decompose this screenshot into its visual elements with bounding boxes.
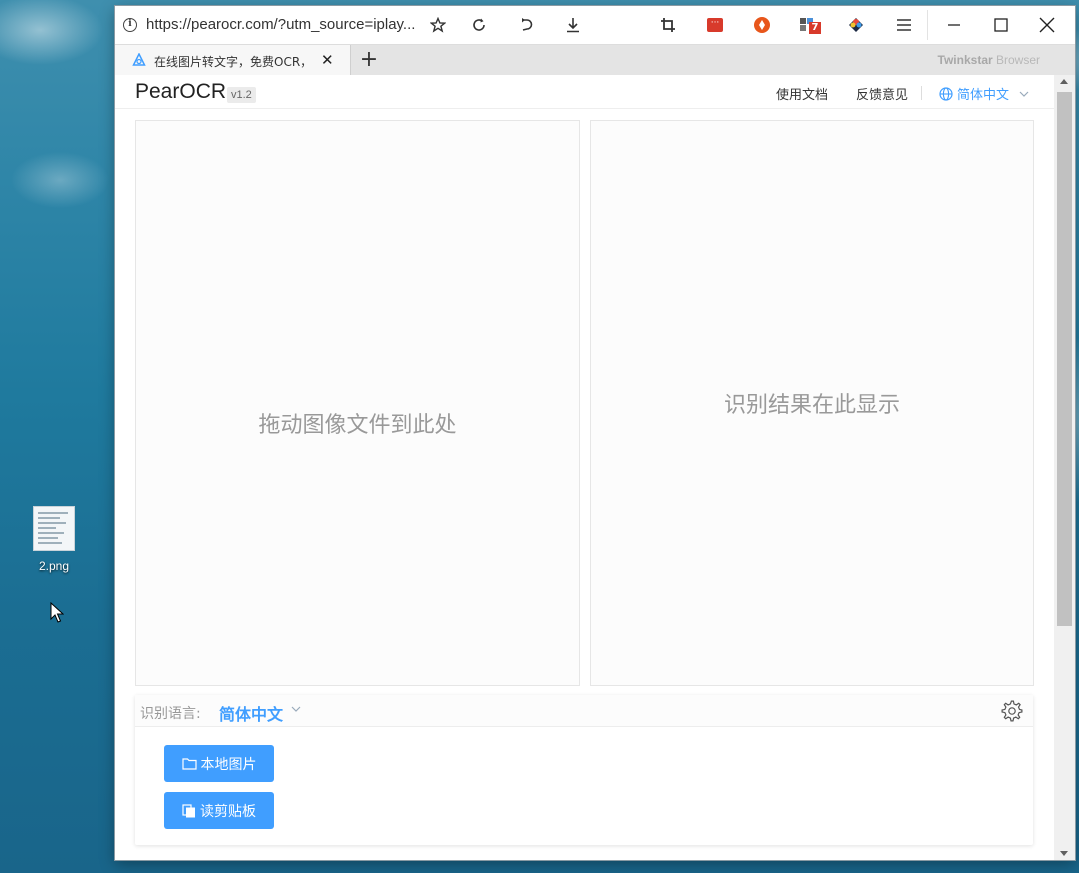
scroll-up-arrow-icon[interactable] [1060, 79, 1068, 84]
minimize-button[interactable] [930, 6, 978, 44]
url-field[interactable]: https://pearocr.com/?utm_source=iplay... [146, 16, 415, 33]
recognition-language-label: 识别语言: [140, 706, 201, 722]
app-logo[interactable]: PearOCR [135, 80, 226, 104]
close-window-button[interactable] [1023, 6, 1071, 44]
nav-divider [921, 86, 922, 100]
browser-brand: Twinkstar Browser [937, 53, 1040, 67]
drop-zone-text: 拖动图像文件到此处 [258, 413, 457, 438]
chevron-down-icon[interactable] [291, 704, 301, 714]
ext-apps-icon[interactable]: 7 [800, 15, 821, 35]
scroll-thumb[interactable] [1057, 92, 1072, 626]
ext-badge: 7 [809, 22, 821, 34]
globe-icon [939, 86, 953, 101]
chevron-down-icon [1019, 91, 1029, 97]
gear-icon[interactable] [1001, 700, 1023, 722]
star-icon[interactable] [428, 15, 448, 35]
nav-docs[interactable]: 使用文档 [776, 84, 828, 103]
ext-red-icon[interactable]: ··· [705, 15, 725, 35]
tab-pearocr[interactable]: 在线图片转文字，免费OCR， ✕ [115, 45, 351, 76]
language-bar: 识别语言: 简体中文 [135, 695, 1033, 727]
language-label: 简体中文 [957, 88, 1010, 103]
info-icon[interactable]: i [123, 18, 137, 32]
address-bar: i https://pearocr.com/?utm_source=iplay.… [115, 6, 1075, 44]
ext-globe-icon[interactable] [846, 15, 866, 35]
page-content: PearOCR v1.2 使用文档 反馈意见 简体中文 拖动图像文件到此处 识别… [115, 75, 1054, 860]
local-image-button[interactable]: 本地图片 [164, 745, 274, 782]
ext-orange-icon[interactable] [752, 15, 772, 35]
recognition-language-select[interactable]: 简体中文 [219, 701, 283, 725]
file-thumbnail [33, 506, 75, 551]
drop-zone[interactable]: 拖动图像文件到此处 [135, 120, 580, 686]
result-panel[interactable]: 识别结果在此显示 [590, 120, 1034, 686]
copy-icon [182, 803, 195, 817]
tab-bar: 在线图片转文字，免费OCR， ✕ + Twinkstar Browser [115, 44, 1075, 76]
language-switch[interactable]: 简体中文 [939, 84, 1029, 103]
mouse-cursor-icon [50, 602, 64, 623]
reload-icon[interactable] [469, 15, 489, 35]
folder-icon [181, 758, 197, 770]
desktop-file-label: 2.png [38, 559, 70, 573]
read-clipboard-label: 读剪贴板 [200, 803, 256, 820]
crop-icon[interactable] [658, 15, 678, 35]
new-tab-button[interactable]: + [356, 47, 382, 73]
app-header: PearOCR v1.2 使用文档 反馈意见 简体中文 [115, 75, 1054, 109]
vertical-scrollbar[interactable] [1054, 75, 1075, 860]
local-image-label: 本地图片 [200, 756, 257, 773]
desktop-file-icon[interactable]: 2.png [26, 506, 82, 573]
toolbar-divider [927, 10, 928, 40]
result-placeholder: 识别结果在此显示 [723, 393, 900, 418]
control-panel: 识别语言: 简体中文 本地图片 读剪贴板 [135, 695, 1033, 845]
undo-icon[interactable] [516, 15, 536, 35]
menu-icon[interactable] [894, 15, 914, 35]
pear-favicon-icon [132, 53, 146, 66]
maximize-button[interactable] [977, 6, 1025, 44]
browser-window: i https://pearocr.com/?utm_source=iplay.… [115, 6, 1075, 860]
tab-close-icon[interactable]: ✕ [321, 51, 334, 69]
version-badge: v1.2 [227, 87, 256, 103]
tab-title: 在线图片转文字，免费OCR， [154, 55, 313, 69]
read-clipboard-button[interactable]: 读剪贴板 [164, 792, 274, 829]
scroll-down-arrow-icon[interactable] [1060, 851, 1068, 856]
download-icon[interactable] [563, 15, 583, 35]
nav-feedback[interactable]: 反馈意见 [856, 84, 908, 103]
